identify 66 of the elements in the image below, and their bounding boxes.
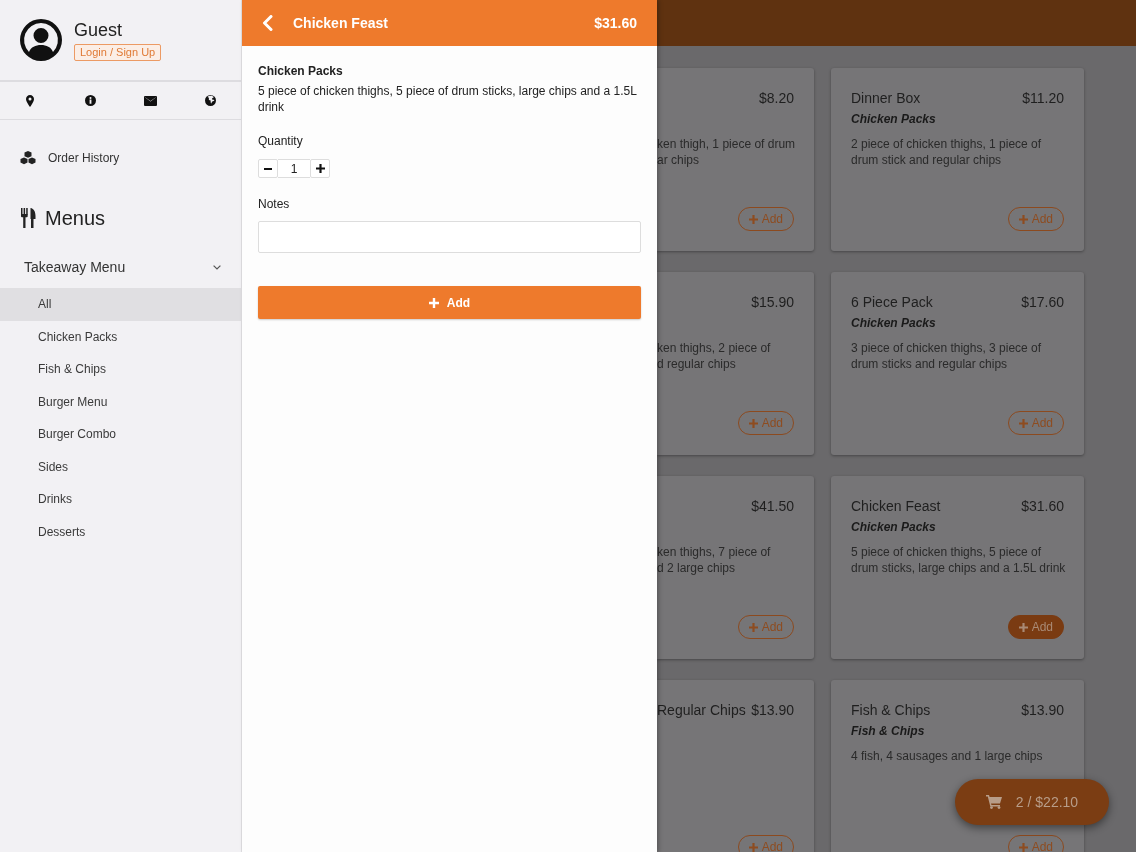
- item-category: Chicken Packs: [851, 111, 936, 128]
- item-title: Chicken Feast: [851, 498, 941, 514]
- category-item[interactable]: Desserts: [0, 515, 241, 548]
- order-history-link[interactable]: Order History: [20, 150, 120, 166]
- item-price: $17.60: [1021, 294, 1064, 310]
- notes-label: Notes: [258, 197, 290, 211]
- envelope-icon[interactable]: [144, 95, 158, 106]
- plus-icon: [748, 214, 758, 224]
- fork-knife-icon: [20, 208, 37, 228]
- item-description: ken thighs, 2 piece of d regular chips: [657, 340, 771, 372]
- menus-heading: Menus: [45, 206, 106, 230]
- plus-icon: [1018, 418, 1028, 428]
- item-price: $15.90: [751, 294, 794, 310]
- plus-icon: [748, 842, 758, 852]
- item-category: Chicken Packs: [851, 315, 936, 332]
- item-description: 4 fish, 4 sausages and 1 large chips: [851, 748, 1044, 764]
- category-item[interactable]: Chicken Packs: [0, 320, 241, 353]
- plus-icon: [428, 297, 439, 308]
- quantity-label: Quantity: [258, 134, 303, 148]
- item-price: $13.90: [1021, 702, 1064, 718]
- category-item[interactable]: All: [0, 288, 241, 321]
- category-item[interactable]: Drinks: [0, 483, 241, 516]
- item-description: 5 piece of chicken thighs, 5 piece of drum sticks, large chips and a 1.5L drink: [851, 544, 1067, 576]
- item-category: Fish & Chips: [851, 723, 925, 740]
- item-title: Fish & Chips: [851, 702, 931, 718]
- user-name: Guest: [74, 19, 123, 40]
- item-description: 3 piece of chicken thighs, 3 piece of drum sticks and regular chips: [851, 340, 1043, 372]
- menu-group-toggle[interactable]: Takeaway Menu: [0, 252, 241, 282]
- item-price: $8.20: [758, 90, 794, 106]
- cubes-icon: [20, 151, 36, 165]
- item-title: Chicken Feast: [293, 15, 388, 31]
- item-price: $11.20: [1022, 90, 1064, 106]
- quantity-field[interactable]: 1: [278, 159, 310, 178]
- plus-icon: [1018, 214, 1028, 224]
- category-item[interactable]: Burger Combo: [0, 418, 241, 451]
- plus-icon: [748, 418, 758, 428]
- location-pin-icon[interactable]: [26, 94, 35, 107]
- back-icon[interactable]: [262, 15, 273, 31]
- plus-icon: [748, 622, 758, 632]
- item-description: 2 piece of chicken thighs, 1 piece of drum stick and regular chips: [851, 136, 1043, 168]
- category-item[interactable]: Fish & Chips: [0, 353, 241, 386]
- item-category: Chicken Packs: [851, 519, 936, 536]
- category-item[interactable]: Sides: [0, 450, 241, 483]
- item-description: 5 piece of chicken thighs, 5 piece of drum sticks, large chips and a 1.5L drink: [258, 83, 638, 115]
- plus-icon: [315, 164, 325, 173]
- avatar-icon: [20, 19, 62, 61]
- minus-icon: [264, 167, 272, 170]
- cart-icon: [985, 795, 1002, 809]
- plus-icon: [1018, 842, 1028, 852]
- item-description: ken thighs, 7 piece of d 2 large chips: [657, 544, 771, 576]
- info-icon[interactable]: [84, 95, 96, 106]
- item-price: $31.60: [1021, 498, 1064, 514]
- item-description: ken thigh, 1 piece of drum ar chips: [657, 136, 796, 168]
- item-price: $31.60: [594, 15, 637, 31]
- item-title: Dinner Box: [851, 90, 921, 106]
- plus-icon: [1018, 622, 1028, 632]
- item-title: Regular Chips: [657, 702, 746, 718]
- decrease-button[interactable]: [258, 159, 278, 178]
- item-price: $13.90: [751, 702, 794, 718]
- item-title: 6 Piece Pack: [851, 294, 933, 310]
- category-item[interactable]: Burger Menu: [0, 385, 241, 418]
- notes-field[interactable]: [258, 221, 641, 253]
- globe-icon[interactable]: [205, 95, 217, 106]
- increase-button[interactable]: [310, 159, 330, 178]
- item-category: Chicken Packs: [258, 64, 343, 78]
- item-price: $41.50: [751, 498, 794, 514]
